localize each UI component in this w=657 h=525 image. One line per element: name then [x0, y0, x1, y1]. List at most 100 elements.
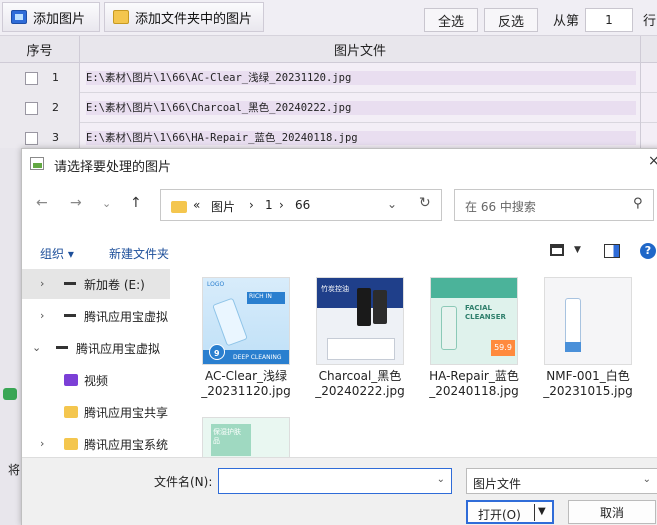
view-mode-icon[interactable]	[550, 244, 564, 256]
cancel-button[interactable]: 取消	[568, 500, 656, 524]
open-label: 打开(O)	[478, 508, 521, 522]
tree-item-virtual-2[interactable]: ⌄ 腾讯应用宝虚拟	[22, 333, 170, 363]
file-name: HA-Repair_蓝色 _20240118.jpg	[429, 369, 519, 398]
file-item[interactable]: NMF-001_白色 _20231015.jpg	[536, 269, 640, 399]
tree-item-virtual-1[interactable]: › 腾讯应用宝虚拟	[22, 301, 170, 331]
file-item[interactable]: 竹炭控油 Charcoal_黑色 _20240222.jpg	[308, 269, 412, 399]
add-folder-images-label: 添加文件夹中的图片	[135, 11, 253, 27]
table-divider	[640, 36, 641, 156]
tree-item-label: 腾讯应用宝共享	[84, 406, 169, 420]
folder-icon	[171, 201, 187, 213]
add-images-label: 添加图片	[33, 11, 86, 27]
table-row[interactable]: 2 E:\素材\图片\1\66\Charcoal_黑色_20240222.jpg	[0, 93, 657, 123]
row-checkbox[interactable]	[25, 102, 38, 115]
dialog-footer: 文件名(N): ⌄ 图片文件 ⌄ 打开(O) ▼ 取消	[22, 457, 657, 525]
chevron-down-icon[interactable]: ⌄	[387, 197, 397, 211]
file-open-dialog: 请选择要处理的图片 × ← → ⌄ ↑ « 图片 › 1 › 66 ⌄ ↻ 在 …	[21, 148, 657, 525]
file-thumbnail: 竹炭控油	[316, 277, 404, 365]
filetype-select[interactable]: 图片文件 ⌄	[466, 468, 657, 494]
app-toolbar: 添加图片 添加文件夹中的图片 全选 反选 从第 1 行	[0, 0, 657, 36]
file-name: NMF-001_白色 _20231015.jpg	[543, 369, 633, 398]
image-table: 序号 图片文件 1 E:\素材\图片\1\66\AC-Clear_浅绿_2023…	[0, 36, 657, 153]
file-thumbnail: FACIAL CLEANSER 59.9	[430, 277, 518, 365]
tree-item-system[interactable]: › 腾讯应用宝系统	[22, 429, 170, 457]
tree-item-video[interactable]: 视频	[22, 365, 170, 395]
breadcrumb-66[interactable]: 66	[295, 198, 310, 212]
file-name: AC-Clear_浅绿 _20231120.jpg	[201, 369, 291, 398]
tree-item-label: 视频	[84, 374, 109, 388]
row-number: 1	[52, 71, 59, 84]
drive-icon	[56, 346, 68, 349]
folder-icon	[64, 406, 78, 418]
recent-dropdown-icon[interactable]: ⌄	[102, 197, 111, 210]
close-icon[interactable]: ×	[648, 153, 657, 169]
select-all-button[interactable]: 全选	[424, 8, 478, 32]
search-placeholder: 在 66 中搜索	[465, 200, 536, 214]
preview-pane-icon[interactable]	[604, 244, 620, 258]
row-path: E:\素材\图片\1\66\AC-Clear_浅绿_20231120.jpg	[86, 71, 636, 85]
table-header: 序号 图片文件	[0, 36, 657, 63]
chevron-down-icon[interactable]: ⌄	[437, 474, 445, 485]
help-icon[interactable]: ?	[640, 243, 656, 259]
file-name: Charcoal_黑色 _20240222.jpg	[315, 369, 405, 398]
row-checkbox[interactable]	[25, 132, 38, 145]
tree-item-label: 腾讯应用宝虚拟	[76, 342, 161, 356]
row-path: E:\素材\图片\1\66\Charcoal_黑色_20240222.jpg	[86, 101, 636, 115]
invert-select-button[interactable]: 反选	[484, 8, 538, 32]
filename-label: 文件名(N):	[154, 475, 213, 489]
tree-item-drive-e[interactable]: › 新加卷 (E:)	[22, 269, 170, 299]
tree-item-shared[interactable]: 腾讯应用宝共享	[22, 397, 170, 427]
filename-input[interactable]: ⌄	[218, 468, 452, 494]
row-number: 3	[52, 131, 59, 144]
background-left-text: 将	[8, 463, 21, 477]
dialog-titlebar: 请选择要处理的图片 ×	[22, 149, 657, 179]
back-arrow-icon[interactable]: ←	[36, 195, 48, 211]
search-box[interactable]: 在 66 中搜索 ⚲	[454, 189, 654, 221]
chevron-down-icon[interactable]: ⌄	[643, 474, 651, 485]
open-dropdown-icon[interactable]: ▼	[538, 506, 546, 517]
file-list: LOGO RICH IN 9 DEEP CLEANING AC-Clear_浅绿…	[182, 269, 657, 505]
chevron-right-icon[interactable]: ›	[40, 437, 44, 450]
folder-icon	[64, 438, 78, 450]
tree-item-label: 新加卷 (E:)	[84, 278, 145, 292]
add-image-icon	[11, 10, 27, 24]
row-path: E:\素材\图片\1\66\HA-Repair_蓝色_20240118.jpg	[86, 131, 636, 145]
up-arrow-icon[interactable]: ↑	[130, 195, 142, 211]
search-icon[interactable]: ⚲	[633, 196, 643, 211]
row-label: 行	[643, 14, 657, 29]
new-folder-button[interactable]: 新建文件夹	[109, 245, 169, 262]
organize-button[interactable]: 组织 ▾	[40, 245, 74, 262]
video-icon	[64, 374, 78, 386]
address-bar[interactable]: « 图片 › 1 › 66 ⌄ ↻	[160, 189, 442, 221]
from-row-input[interactable]: 1	[585, 8, 633, 32]
filetype-value: 图片文件	[473, 477, 522, 491]
dialog-title: 请选择要处理的图片	[54, 160, 172, 175]
image-icon	[30, 157, 44, 170]
command-bar: 组织 ▾ 新建文件夹 ▼ ?	[22, 237, 657, 267]
file-item[interactable]: FACIAL CLEANSER 59.9 HA-Repair_蓝色 _202401…	[422, 269, 526, 399]
chevron-down-icon[interactable]: ⌄	[32, 341, 41, 354]
chevron-right-icon[interactable]: ›	[40, 309, 44, 322]
table-row[interactable]: 1 E:\素材\图片\1\66\AC-Clear_浅绿_20231120.jpg	[0, 63, 657, 93]
chevron-down-icon[interactable]: ▼	[574, 245, 581, 255]
app-window: 添加图片 添加文件夹中的图片 全选 反选 从第 1 行 序号 图片文件 1 E:…	[0, 0, 657, 525]
file-item[interactable]: LOGO RICH IN 9 DEEP CLEANING AC-Clear_浅绿…	[194, 269, 298, 399]
breadcrumb-overflow[interactable]: «	[193, 198, 200, 212]
header-index: 序号	[0, 36, 80, 63]
file-thumbnail	[544, 277, 632, 365]
forward-arrow-icon[interactable]: →	[70, 195, 82, 211]
add-images-button[interactable]: 添加图片	[2, 2, 100, 32]
background-left-strip: 将	[0, 148, 21, 525]
refresh-icon	[3, 388, 17, 400]
row-checkbox[interactable]	[25, 72, 38, 85]
breadcrumb-sep: ›	[249, 198, 254, 212]
refresh-icon[interactable]: ↻	[419, 195, 431, 211]
open-button[interactable]: 打开(O) ▼	[466, 500, 554, 524]
row-number: 2	[52, 101, 59, 114]
add-folder-images-button[interactable]: 添加文件夹中的图片	[104, 2, 264, 32]
breadcrumb-images[interactable]: 图片	[211, 198, 235, 215]
folder-icon	[113, 10, 129, 24]
breadcrumb-1[interactable]: 1	[265, 198, 273, 212]
header-file: 图片文件	[333, 44, 386, 59]
chevron-right-icon[interactable]: ›	[40, 277, 44, 290]
